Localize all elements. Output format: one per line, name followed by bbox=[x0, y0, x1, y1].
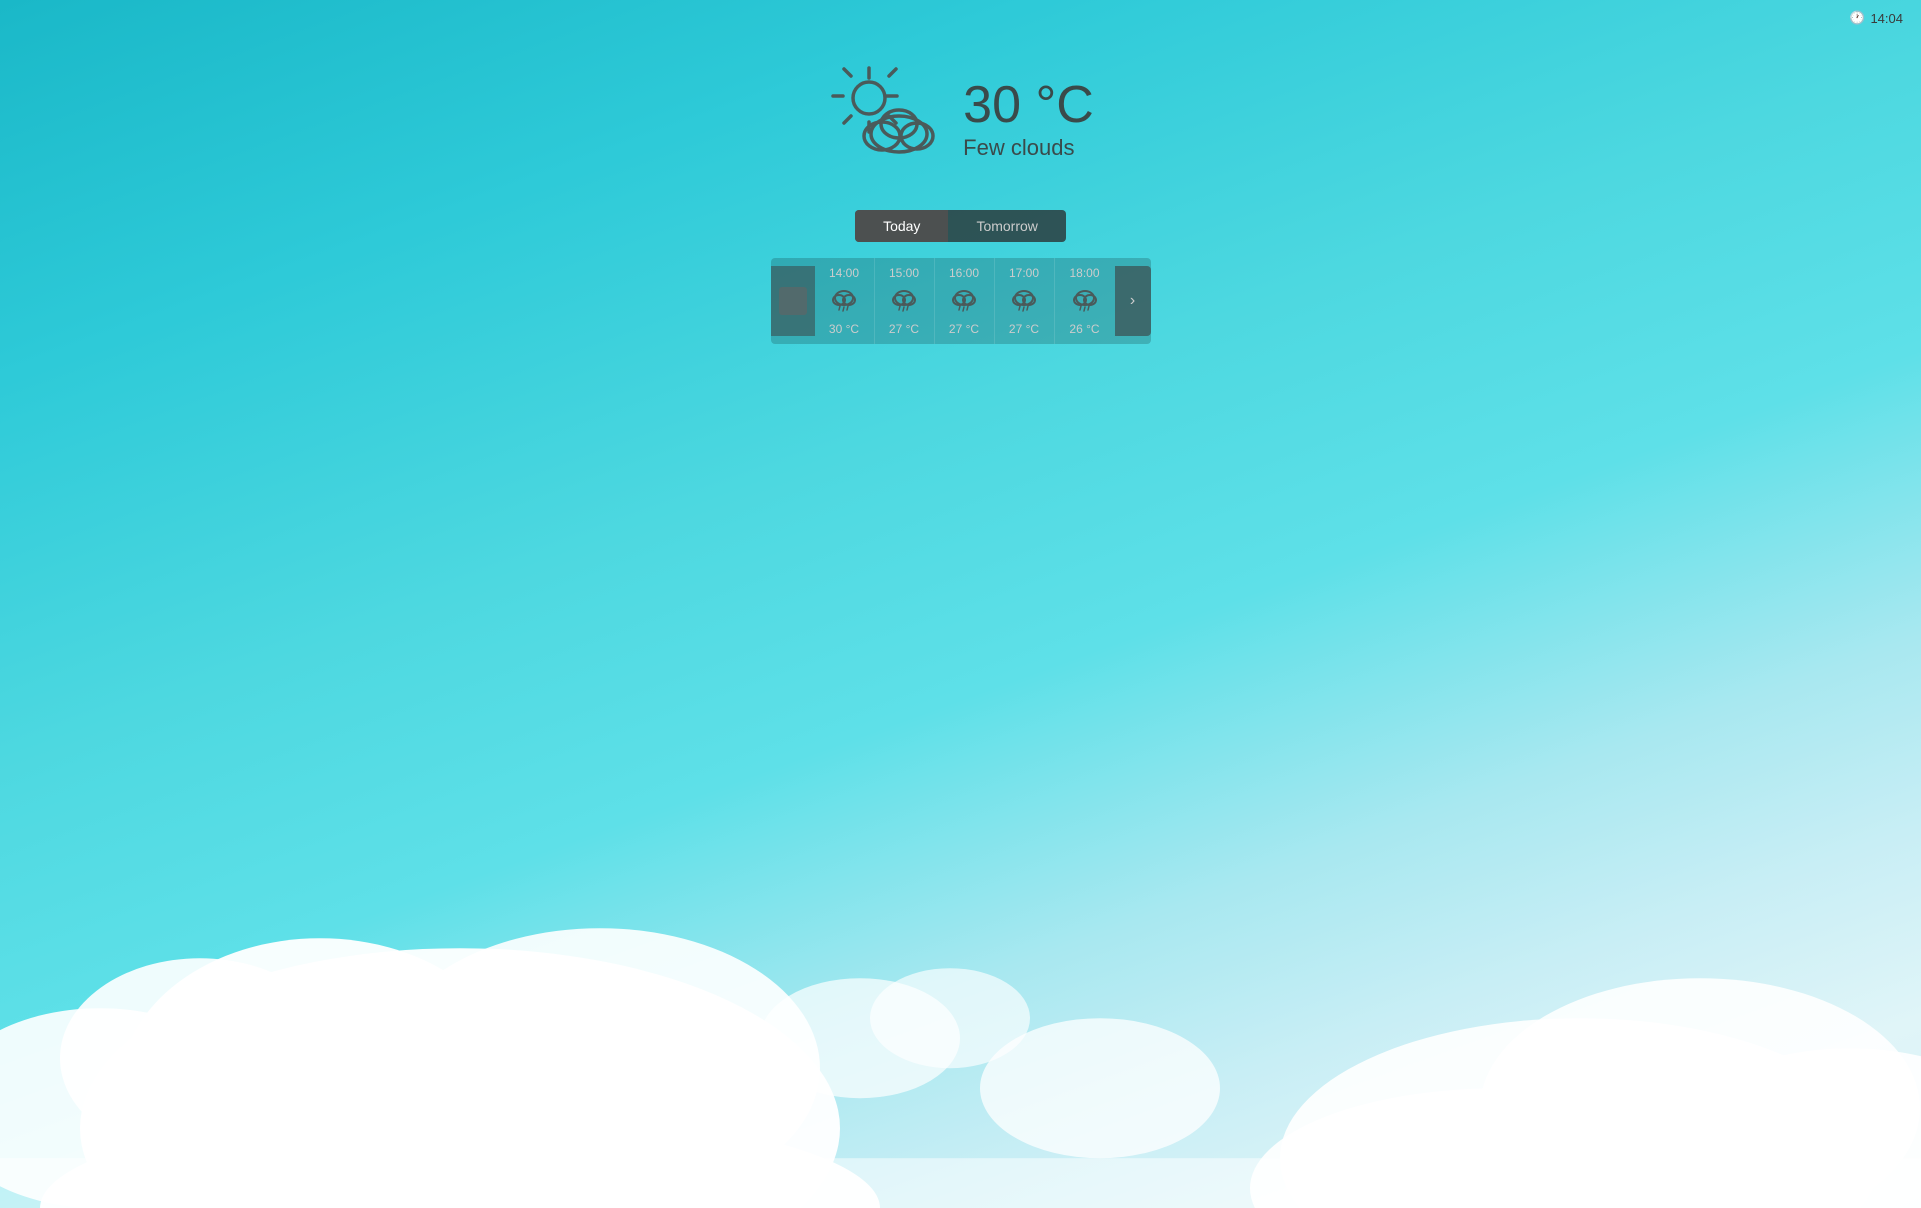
forecast-item-3: 17:00 27 °C bbox=[995, 258, 1055, 344]
prev-icon bbox=[779, 287, 807, 315]
forecast-icon-3 bbox=[1011, 286, 1037, 318]
forecast-item-4: 18:00 26 °C bbox=[1055, 258, 1115, 344]
forecast-temp-0: 30 °C bbox=[829, 322, 859, 336]
temperature: 30 °C bbox=[963, 79, 1094, 131]
forecast-item-2: 16:00 27 °C bbox=[935, 258, 995, 344]
forecast-icon-0 bbox=[831, 286, 857, 318]
forecast-items: 14:00 30 °C 15:00 bbox=[815, 258, 1115, 344]
forecast-icon-4 bbox=[1072, 286, 1098, 318]
forecast-item-1: 15:00 27 °C bbox=[875, 258, 935, 344]
forecast-time-1: 15:00 bbox=[889, 266, 919, 280]
weather-icon-large bbox=[827, 60, 947, 180]
weather-widget: 30 °C Few clouds Today Tomorrow 14:00 bbox=[771, 60, 1151, 344]
forecast-time-0: 14:00 bbox=[829, 266, 859, 280]
clock-icon: 🕐 bbox=[1849, 10, 1865, 26]
time-display: 🕐 14:04 bbox=[1849, 10, 1903, 26]
forecast-icon-2 bbox=[951, 286, 977, 318]
forecast-temp-3: 27 °C bbox=[1009, 322, 1039, 336]
forecast-container: 14:00 30 °C 15:00 bbox=[771, 258, 1151, 344]
weather-info: 30 °C Few clouds bbox=[963, 79, 1094, 161]
forecast-next-button[interactable]: › bbox=[1115, 266, 1151, 336]
forecast-prev-button bbox=[771, 266, 815, 336]
forecast-icon-1 bbox=[891, 286, 917, 318]
current-weather: 30 °C Few clouds bbox=[827, 60, 1094, 180]
forecast-time-3: 17:00 bbox=[1009, 266, 1039, 280]
tab-bar: Today Tomorrow bbox=[855, 210, 1066, 242]
clock-time: 14:04 bbox=[1870, 11, 1903, 26]
forecast-time-2: 16:00 bbox=[949, 266, 979, 280]
forecast-temp-4: 26 °C bbox=[1069, 322, 1099, 336]
forecast-time-4: 18:00 bbox=[1069, 266, 1099, 280]
forecast-temp-2: 27 °C bbox=[949, 322, 979, 336]
tab-tomorrow[interactable]: Tomorrow bbox=[948, 210, 1065, 242]
forecast-item-0: 14:00 30 °C bbox=[815, 258, 875, 344]
tab-today[interactable]: Today bbox=[855, 210, 948, 242]
forecast-temp-1: 27 °C bbox=[889, 322, 919, 336]
condition: Few clouds bbox=[963, 135, 1094, 161]
